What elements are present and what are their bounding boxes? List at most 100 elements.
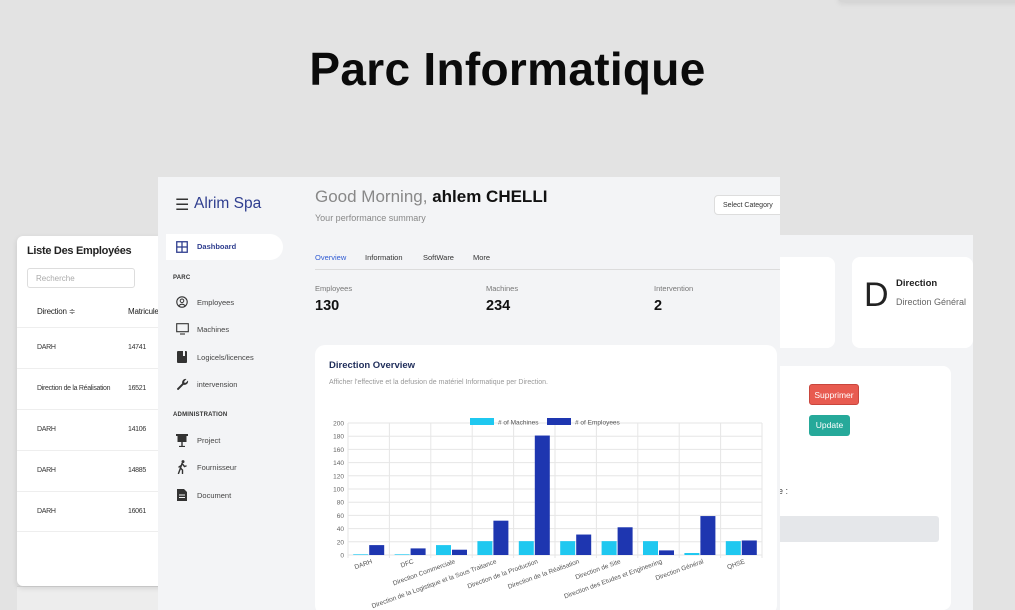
table-row[interactable]: Direction de la Réalisation 16521 bbox=[17, 368, 167, 409]
tab-bar: Overview Information SoftWare More bbox=[315, 251, 780, 270]
bar-employees bbox=[493, 520, 509, 555]
bar-machines bbox=[725, 541, 741, 555]
select-category-dropdown[interactable]: Select Category bbox=[714, 195, 780, 215]
cell-matricule: 14741 bbox=[128, 344, 146, 351]
bar-employees bbox=[700, 516, 716, 555]
page-title: Parc Informatique bbox=[309, 43, 706, 95]
stat-label-employees: Employees bbox=[315, 284, 353, 293]
performance-subtitle: Your performance summary bbox=[315, 213, 426, 223]
cell-matricule: 16061 bbox=[128, 508, 146, 515]
legend-swatch bbox=[547, 418, 571, 425]
bar-machines bbox=[643, 541, 658, 555]
legend-swatch bbox=[470, 418, 494, 425]
sidebar-item-machines[interactable]: Machines bbox=[197, 325, 229, 334]
detail-field[interactable] bbox=[776, 516, 939, 542]
stat-value-machines: 234 bbox=[486, 298, 511, 314]
sidebar-item-project[interactable]: Project bbox=[197, 436, 220, 445]
wrench-icon bbox=[175, 377, 189, 391]
sidebar-item-document[interactable]: Document bbox=[197, 491, 231, 500]
bar-employees bbox=[369, 545, 385, 555]
bar-machines bbox=[684, 553, 700, 555]
x-tick-label: DARH bbox=[354, 558, 374, 571]
direction-value: Direction Général bbox=[896, 297, 967, 307]
sidebar-item-label: Dashboard bbox=[197, 242, 237, 251]
hamburger-icon[interactable]: ☰ bbox=[175, 195, 189, 215]
direction-overview-card: Direction Overview Afficher l'effective … bbox=[315, 345, 777, 610]
column-header-matricule[interactable]: Matricule bbox=[128, 307, 159, 316]
tab-software[interactable]: SoftWare bbox=[423, 253, 454, 262]
cell-direction: DARH bbox=[37, 344, 56, 351]
bar-machines bbox=[394, 554, 410, 555]
y-tick-label: 60 bbox=[337, 513, 345, 520]
cell-matricule: 14885 bbox=[128, 467, 146, 474]
bar-employees bbox=[617, 527, 633, 555]
greeting: Good Morning, ahlem CHELLI bbox=[315, 187, 547, 207]
cell-direction: Direction de la Réalisation bbox=[37, 385, 111, 392]
update-button[interactable]: Update bbox=[809, 415, 850, 436]
bar-machines bbox=[436, 545, 451, 555]
monitor-icon bbox=[175, 322, 189, 336]
sidebar-item-employees[interactable]: Employees bbox=[197, 298, 234, 307]
y-tick-label: 100 bbox=[333, 487, 344, 494]
y-tick-label: 20 bbox=[337, 539, 345, 546]
bar-machines bbox=[477, 541, 493, 555]
cell-direction: DARH bbox=[37, 508, 56, 515]
brand-name: Alrim Spa bbox=[194, 195, 262, 212]
x-tick-label: Direction Général bbox=[655, 558, 705, 582]
y-tick-label: 140 bbox=[333, 460, 344, 467]
stat-value-intervention: 2 bbox=[654, 298, 663, 314]
employee-list-title: Liste Des Employées bbox=[27, 245, 132, 257]
cell-direction: DARH bbox=[37, 467, 56, 474]
bar-employees bbox=[741, 540, 757, 555]
bar-machines bbox=[560, 541, 576, 555]
tab-information[interactable]: Information bbox=[365, 253, 403, 262]
y-tick-label: 160 bbox=[333, 447, 344, 454]
table-row[interactable]: DARH 14106 bbox=[17, 409, 167, 450]
legend-label: # of Machines bbox=[498, 420, 539, 427]
background-window-edge bbox=[838, 0, 1015, 2]
table-row[interactable]: DARH 16061 bbox=[17, 491, 167, 532]
bar-employees bbox=[534, 435, 550, 555]
greeting-text: Good Morning, bbox=[315, 187, 428, 206]
bar-employees bbox=[576, 534, 592, 555]
sidebar-item-fournisseur[interactable]: Fournisseur bbox=[197, 463, 237, 472]
book-icon bbox=[175, 350, 189, 364]
employee-window-footer bbox=[17, 586, 158, 610]
tab-more[interactable]: More bbox=[473, 253, 490, 262]
cell-direction: DARH bbox=[37, 426, 56, 433]
column-header-direction[interactable]: Direction ≑ bbox=[37, 307, 75, 316]
y-tick-label: 0 bbox=[340, 553, 344, 560]
x-tick-label: QHSE bbox=[726, 558, 746, 571]
cell-matricule: 14106 bbox=[128, 426, 146, 433]
tab-overview[interactable]: Overview bbox=[315, 253, 346, 262]
nav-section-title: PARC bbox=[173, 275, 191, 281]
stat-value-employees: 130 bbox=[315, 298, 340, 314]
user-name: ahlem CHELLI bbox=[432, 187, 548, 206]
sidebar-item-intervension[interactable]: intervension bbox=[197, 380, 237, 389]
cell-matricule: 16521 bbox=[128, 385, 146, 392]
y-tick-label: 80 bbox=[337, 500, 345, 507]
projector-icon bbox=[175, 433, 189, 447]
sidebar-item-logiciels[interactable]: Logicels/licences bbox=[197, 353, 254, 362]
user-circle-icon bbox=[175, 295, 189, 309]
grid-icon bbox=[175, 240, 189, 254]
y-tick-label: 120 bbox=[333, 473, 344, 480]
employee-list-window: Liste Des Employées Recherche Direction … bbox=[17, 236, 167, 586]
x-tick-label: Direction de la Réalisation bbox=[507, 558, 581, 591]
nav-section-title: ADMINISTRATION bbox=[173, 412, 228, 418]
table-row[interactable]: DARH 14741 bbox=[17, 327, 167, 368]
stat-label-intervention: Intervention bbox=[654, 284, 694, 293]
bar-employees bbox=[452, 549, 467, 555]
delete-button[interactable]: Supprimer bbox=[809, 384, 859, 405]
dashboard-window: ☰ Alrim Spa Dashboard PARC Employees Mac… bbox=[158, 177, 780, 610]
y-tick-label: 180 bbox=[333, 434, 344, 441]
y-tick-label: 40 bbox=[337, 526, 345, 533]
x-tick-label: Direction de la Production bbox=[467, 558, 540, 590]
employee-search-input[interactable]: Recherche bbox=[27, 268, 135, 288]
bar-employees bbox=[659, 550, 674, 555]
bar-chart: 0 20 40 60 80 100 120 140 160 180 200 DARH DFC Direct… bbox=[333, 418, 763, 610]
bar-employees bbox=[410, 548, 426, 555]
direction-initial: D bbox=[864, 276, 889, 314]
sidebar: ☰ Alrim Spa Dashboard PARC Employees Mac… bbox=[158, 177, 298, 610]
table-row[interactable]: DARH 14885 bbox=[17, 450, 167, 491]
